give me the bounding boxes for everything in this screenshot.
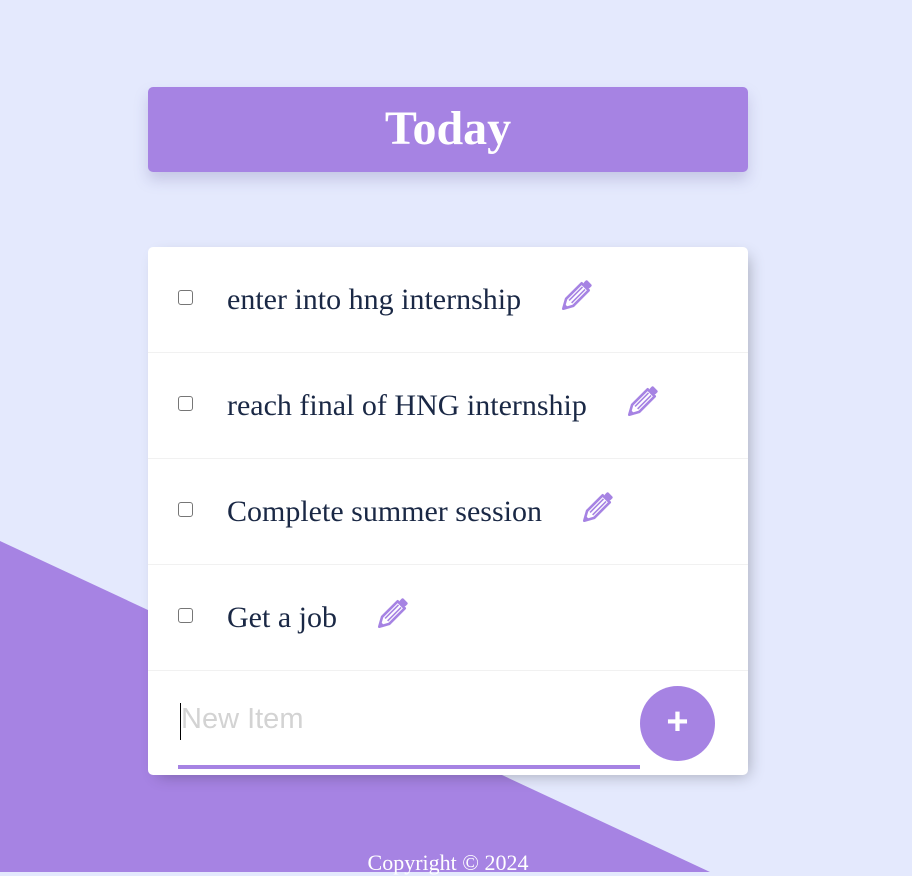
- todo-item-row: enter into hng internship: [227, 279, 593, 319]
- input-underline: [178, 765, 640, 769]
- todo-item-label: Get a job: [227, 601, 337, 634]
- new-item-input[interactable]: [178, 697, 640, 741]
- todo-item: Complete summer session: [148, 459, 748, 565]
- todo-item: reach final of HNG internship: [148, 353, 748, 459]
- pencil-icon[interactable]: [580, 491, 614, 525]
- pencil-icon[interactable]: [625, 385, 659, 419]
- text-caret: [180, 703, 181, 740]
- pencil-icon[interactable]: [559, 279, 593, 313]
- todo-item-label: reach final of HNG internship: [227, 389, 587, 422]
- pencil-icon[interactable]: [375, 597, 409, 631]
- new-item-form: +: [148, 671, 748, 775]
- todo-checkbox[interactable]: [178, 502, 193, 517]
- todo-item: Get a job: [148, 565, 748, 671]
- todo-item-row: Get a job: [227, 597, 409, 637]
- copyright-text: Copyright © 2024: [367, 850, 529, 875]
- page-title: Today: [384, 101, 512, 155]
- todo-checkbox[interactable]: [178, 608, 193, 623]
- todo-item-row: Complete summer session: [227, 491, 614, 531]
- todo-checkbox[interactable]: [178, 290, 193, 305]
- todo-checkbox[interactable]: [178, 396, 193, 411]
- todo-item-label: enter into hng internship: [227, 283, 522, 316]
- plus-icon: +: [666, 700, 689, 743]
- todo-item-row: reach final of HNG internship: [227, 385, 659, 425]
- footer: Copyright © 2024: [0, 850, 896, 876]
- page-header: Today: [148, 87, 748, 172]
- add-item-button[interactable]: +: [640, 686, 715, 761]
- todo-item-label: Complete summer session: [227, 495, 542, 528]
- todo-list-card: enter into hng internship reach final of…: [148, 247, 748, 775]
- todo-item: enter into hng internship: [148, 247, 748, 353]
